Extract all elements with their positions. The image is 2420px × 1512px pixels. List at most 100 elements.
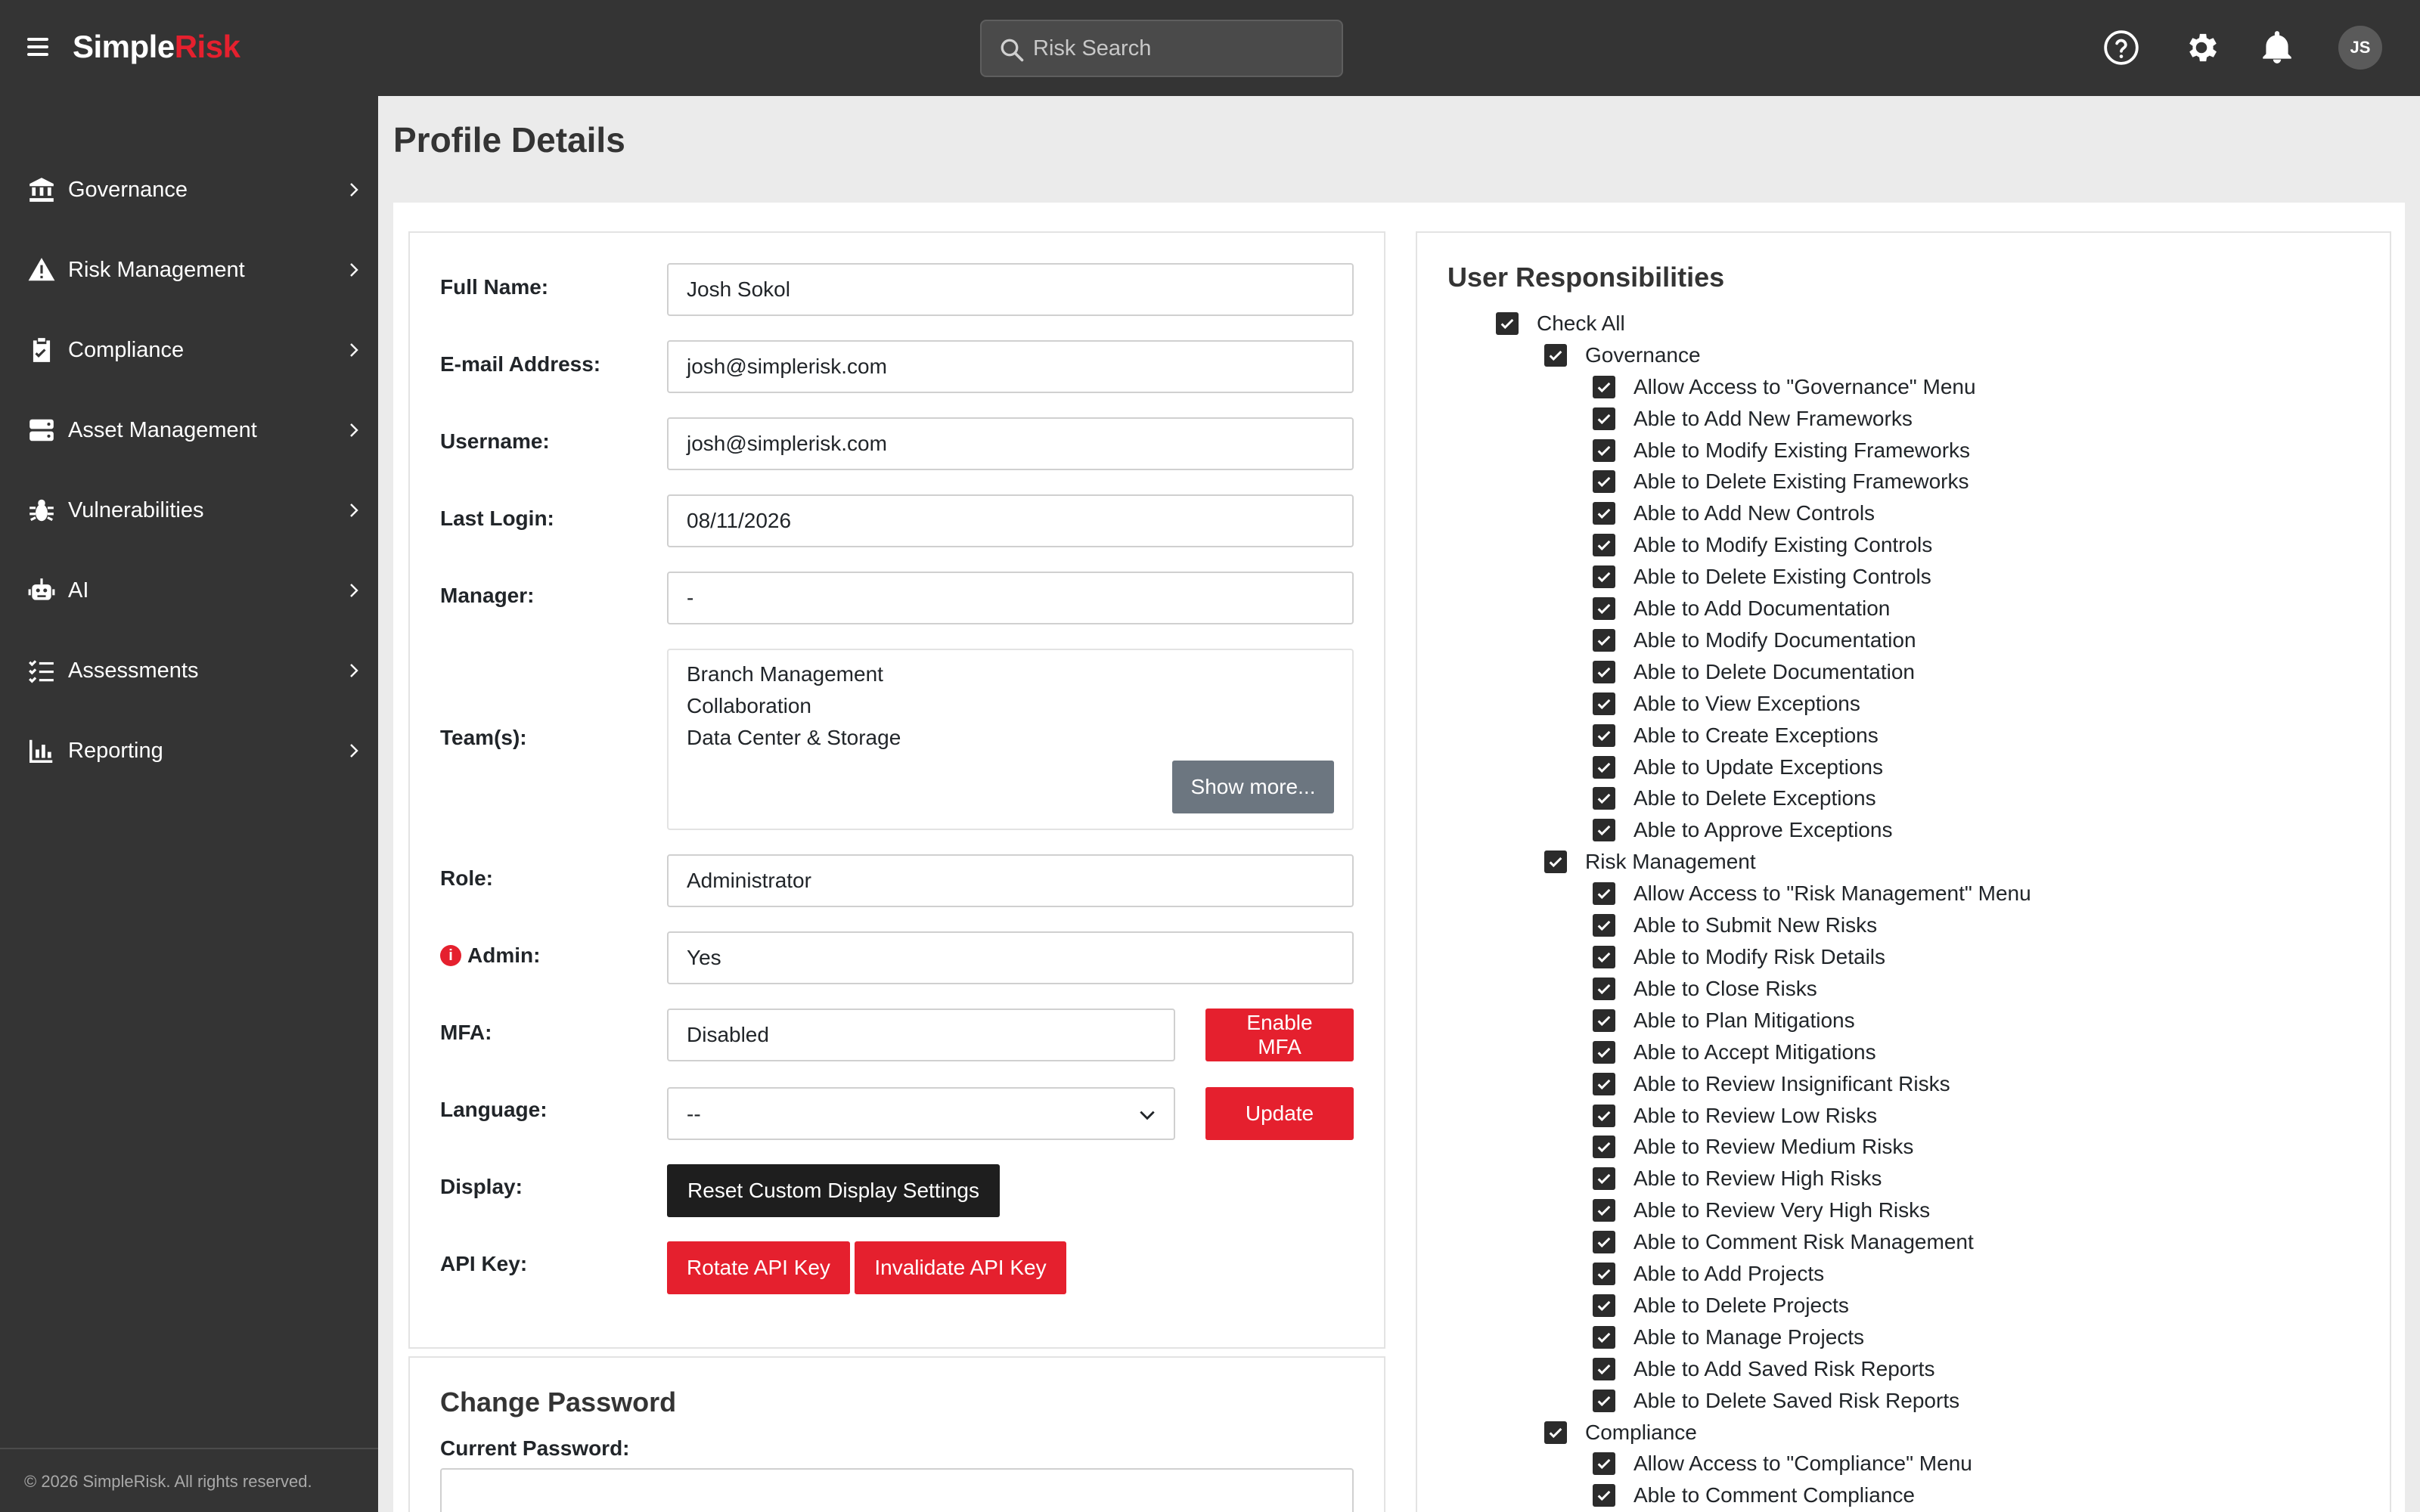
checkbox-checked[interactable] xyxy=(1593,407,1615,430)
responsibility-item-row[interactable]: Able to Add Saved Risk Reports xyxy=(1593,1357,1934,1381)
checkbox-checked[interactable] xyxy=(1544,1421,1567,1444)
responsibility-item-row[interactable]: Able to Delete Projects xyxy=(1593,1294,1849,1318)
responsibility-item-row[interactable]: Able to Add New Frameworks xyxy=(1593,407,1913,431)
checkbox-checked[interactable] xyxy=(1593,1073,1615,1095)
responsibility-item-row[interactable]: Able to Review Very High Risks xyxy=(1593,1198,1930,1222)
sidebar-item-ai[interactable]: AI xyxy=(0,550,378,631)
role-field[interactable]: Administrator xyxy=(667,854,1354,907)
checkbox-checked[interactable] xyxy=(1593,1231,1615,1253)
checkbox-checked[interactable] xyxy=(1593,1167,1615,1190)
reset-display-button[interactable]: Reset Custom Display Settings xyxy=(667,1164,1000,1217)
checkbox-checked[interactable] xyxy=(1593,1390,1615,1412)
full-name-field[interactable]: Josh Sokol xyxy=(667,263,1354,316)
checkbox-checked[interactable] xyxy=(1593,1009,1615,1032)
checkbox-checked[interactable] xyxy=(1593,1041,1615,1064)
responsibility-item-row[interactable]: Able to Review Medium Risks xyxy=(1593,1135,1913,1159)
checkbox-checked[interactable] xyxy=(1593,1136,1615,1158)
checkbox-checked[interactable] xyxy=(1593,534,1615,556)
responsibility-item-row[interactable]: Able to Delete Documentation xyxy=(1593,660,1915,684)
avatar[interactable]: JS xyxy=(2338,26,2382,70)
responsibility-item-row[interactable]: Able to Add Documentation xyxy=(1593,596,1890,621)
responsibility-item-row[interactable]: Able to Delete Existing Frameworks xyxy=(1593,469,1969,494)
responsibility-item-row[interactable]: Able to Accept Mitigations xyxy=(1593,1040,1876,1064)
checkbox-checked[interactable] xyxy=(1593,1199,1615,1222)
responsibility-group-row[interactable]: Compliance xyxy=(1544,1421,1697,1445)
help-icon[interactable] xyxy=(2102,29,2140,67)
responsibility-group-row[interactable]: Risk Management xyxy=(1544,850,1756,874)
gear-icon[interactable] xyxy=(2183,29,2220,67)
checkbox-checked[interactable] xyxy=(1593,661,1615,683)
show-more-button[interactable]: Show more... xyxy=(1172,761,1334,813)
responsibility-item-row[interactable]: Able to Plan Mitigations xyxy=(1593,1009,1855,1033)
language-select[interactable]: -- xyxy=(667,1087,1175,1140)
checkbox-checked[interactable] xyxy=(1593,1452,1615,1475)
admin-field[interactable]: Yes xyxy=(667,931,1354,984)
checkbox-checked[interactable] xyxy=(1593,882,1615,905)
checkbox-checked[interactable] xyxy=(1544,850,1567,873)
responsibility-item-row[interactable]: Able to View Exceptions xyxy=(1593,692,1860,716)
responsibility-item-row[interactable]: Able to Create Exceptions xyxy=(1593,723,1879,748)
sidebar-item-asset-management[interactable]: Asset Management xyxy=(0,390,378,470)
checkbox-checked[interactable] xyxy=(1593,1105,1615,1127)
checkbox-checked[interactable] xyxy=(1593,787,1615,810)
bell-icon[interactable] xyxy=(2258,29,2296,67)
responsibility-item-row[interactable]: Able to Add New Controls xyxy=(1593,501,1875,525)
responsibility-item-row[interactable]: Able to Delete Saved Risk Reports xyxy=(1593,1389,1959,1413)
sidebar-item-reporting[interactable]: Reporting xyxy=(0,711,378,791)
checkbox-checked[interactable] xyxy=(1593,756,1615,779)
invalidate-api-key-button[interactable]: Invalidate API Key xyxy=(855,1241,1066,1294)
responsibility-item-row[interactable]: Able to Delete Existing Controls xyxy=(1593,565,1931,589)
responsibility-item-row[interactable]: Able to Review High Risks xyxy=(1593,1167,1882,1191)
update-button[interactable]: Update xyxy=(1205,1087,1354,1140)
responsibility-item-row[interactable]: Able to Review Insignificant Risks xyxy=(1593,1072,1950,1096)
sidebar-item-risk-management[interactable]: Risk Management xyxy=(0,230,378,310)
responsibility-item-row[interactable]: Able to Review Low Risks xyxy=(1593,1104,1877,1128)
checkbox-checked[interactable] xyxy=(1593,376,1615,398)
checkbox-checked[interactable] xyxy=(1593,629,1615,652)
checkbox-checked[interactable] xyxy=(1593,470,1615,493)
checkbox-checked[interactable] xyxy=(1496,312,1519,335)
menu-icon[interactable] xyxy=(27,38,48,56)
mfa-field[interactable]: Disabled xyxy=(667,1009,1175,1061)
search-input[interactable] xyxy=(1033,27,1328,70)
responsibility-item-row[interactable]: Able to Modify Existing Controls xyxy=(1593,533,1932,557)
check-all-row[interactable]: Check All xyxy=(1496,311,1625,336)
responsibility-item-row[interactable]: Able to Manage Projects xyxy=(1593,1325,1864,1349)
responsibility-item-row[interactable]: Able to Approve Exceptions xyxy=(1593,818,1892,842)
checkbox-checked[interactable] xyxy=(1593,502,1615,525)
responsibility-item-row[interactable]: Able to Modify Risk Details xyxy=(1593,945,1885,969)
search-box[interactable] xyxy=(980,20,1343,77)
responsibility-item-row[interactable]: Able to Delete Exceptions xyxy=(1593,786,1876,810)
responsibility-item-row[interactable]: Allow Access to "Risk Management" Menu xyxy=(1593,881,2031,906)
enable-mfa-button[interactable]: Enable MFA xyxy=(1205,1009,1354,1061)
rotate-api-key-button[interactable]: Rotate API Key xyxy=(667,1241,850,1294)
checkbox-checked[interactable] xyxy=(1593,439,1615,462)
manager-field[interactable]: - xyxy=(667,572,1354,624)
checkbox-checked[interactable] xyxy=(1544,344,1567,367)
responsibility-item-row[interactable]: Allow Access to "Compliance" Menu xyxy=(1593,1452,1972,1476)
responsibility-item-row[interactable]: Allow Access to "Governance" Menu xyxy=(1593,375,1976,399)
username-field[interactable]: josh@simplerisk.com xyxy=(667,417,1354,470)
sidebar-item-governance[interactable]: Governance xyxy=(0,150,378,230)
checkbox-checked[interactable] xyxy=(1593,724,1615,747)
responsibility-item-row[interactable]: Able to Close Risks xyxy=(1593,977,1817,1001)
info-icon[interactable]: i xyxy=(440,945,461,966)
checkbox-checked[interactable] xyxy=(1593,1294,1615,1317)
sidebar-item-assessments[interactable]: Assessments xyxy=(0,631,378,711)
checkbox-checked[interactable] xyxy=(1593,565,1615,588)
checkbox-checked[interactable] xyxy=(1593,946,1615,968)
responsibility-item-row[interactable]: Able to Comment Risk Management xyxy=(1593,1230,1974,1254)
sidebar-item-vulnerabilities[interactable]: Vulnerabilities xyxy=(0,470,378,550)
checkbox-checked[interactable] xyxy=(1593,1326,1615,1349)
checkbox-checked[interactable] xyxy=(1593,914,1615,937)
responsibility-item-row[interactable]: Able to Update Exceptions xyxy=(1593,755,1883,779)
checkbox-checked[interactable] xyxy=(1593,692,1615,715)
logo[interactable]: SimpleRisk xyxy=(73,29,240,65)
email-field[interactable]: josh@simplerisk.com xyxy=(667,340,1354,393)
checkbox-checked[interactable] xyxy=(1593,1263,1615,1285)
current-password-field[interactable] xyxy=(440,1468,1354,1512)
responsibility-item-row[interactable]: Able to Comment Compliance xyxy=(1593,1483,1915,1507)
responsibility-item-row[interactable]: Able to Modify Existing Frameworks xyxy=(1593,438,1970,463)
responsibility-item-row[interactable]: Able to Add Projects xyxy=(1593,1262,1824,1286)
checkbox-checked[interactable] xyxy=(1593,1484,1615,1507)
